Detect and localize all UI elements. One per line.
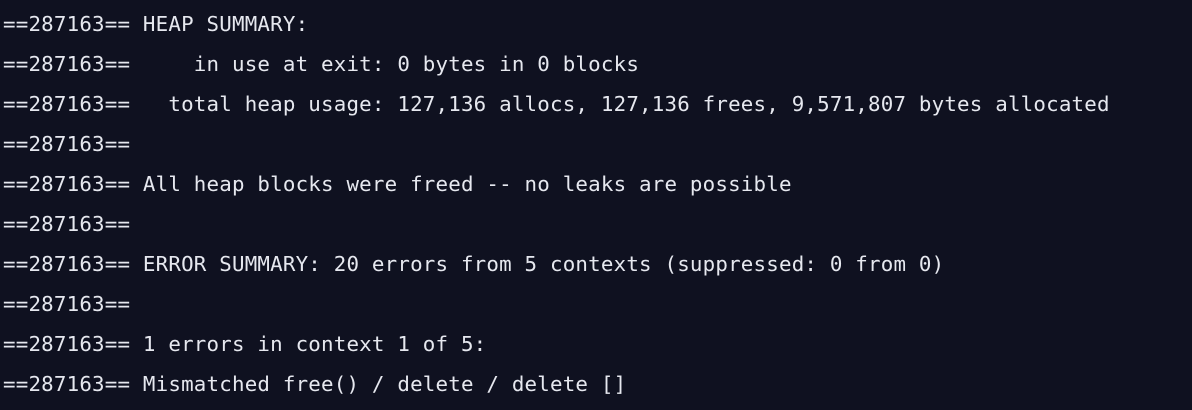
terminal-line-blank: ==287163==	[3, 292, 131, 316]
terminal-line-blank: ==287163==	[3, 132, 131, 156]
terminal-line-context-header: ==287163== 1 errors in context 1 of 5:	[3, 332, 487, 356]
terminal-line-blank: ==287163==	[3, 212, 131, 236]
terminal-output[interactable]: ==287163== HEAP SUMMARY: ==287163== in u…	[0, 0, 1192, 410]
terminal-line-error-summary: ==287163== ERROR SUMMARY: 20 errors from…	[3, 252, 945, 276]
terminal-line-heap-summary: ==287163== HEAP SUMMARY:	[3, 12, 309, 36]
terminal-line-no-leaks: ==287163== All heap blocks were freed --…	[3, 172, 792, 196]
terminal-line-in-use-at-exit: ==287163== in use at exit: 0 bytes in 0 …	[3, 52, 640, 76]
terminal-line-mismatched-free: ==287163== Mismatched free() / delete / …	[3, 372, 627, 396]
terminal-line-total-heap-usage: ==287163== total heap usage: 127,136 all…	[3, 92, 1110, 116]
